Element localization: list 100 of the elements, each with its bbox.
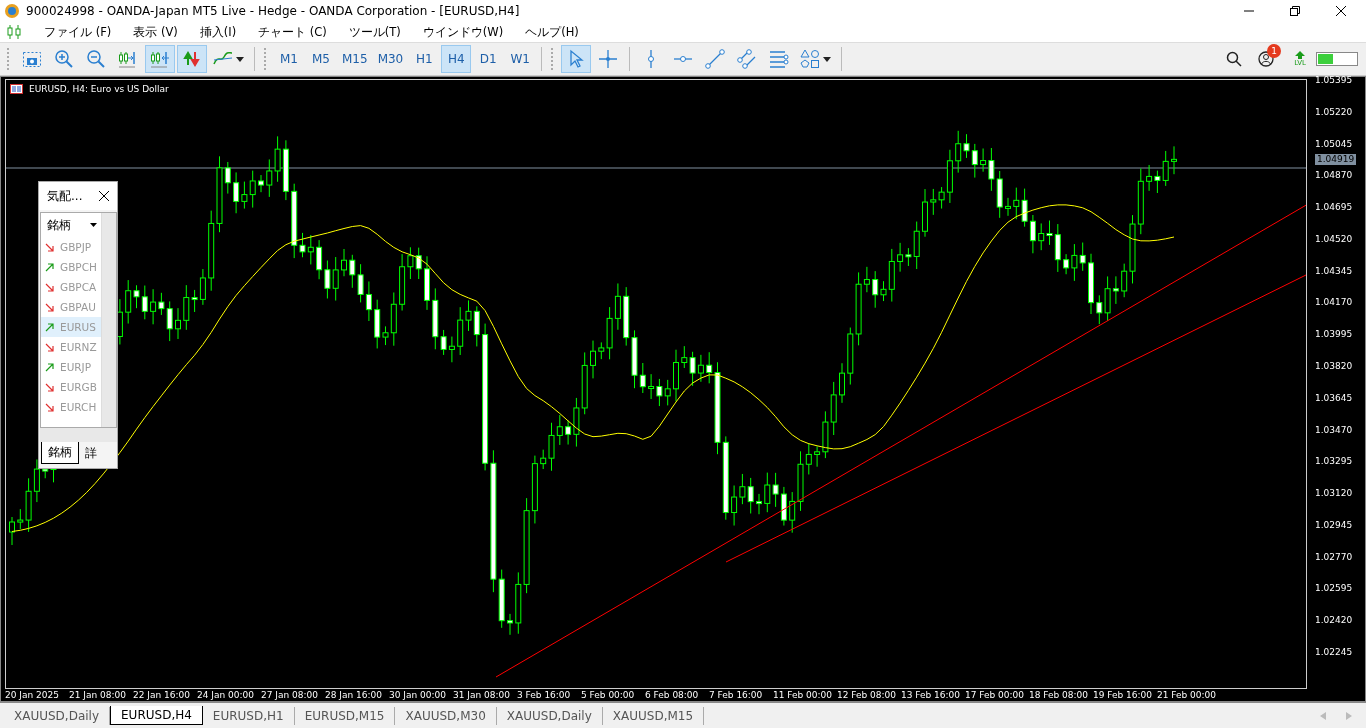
- zoom-in-icon: [54, 49, 74, 69]
- price-label: 1.04345: [1315, 265, 1353, 276]
- price-label: 1.03295: [1315, 456, 1353, 467]
- restore-icon[interactable]: [1290, 6, 1300, 16]
- trend-line[interactable]: [725, 273, 1306, 563]
- search-icon[interactable]: [1226, 51, 1243, 67]
- timeframe-button[interactable]: H1: [409, 45, 440, 73]
- menu-item[interactable]: ウインドウ(W): [422, 24, 504, 40]
- menu-item[interactable]: ツール(T): [348, 24, 401, 40]
- time-label: 18 Feb 08:00: [1029, 689, 1089, 701]
- price-label: 1.04870: [1315, 170, 1353, 181]
- time-label: 5 Feb 00:00: [581, 689, 635, 701]
- toolbar-button[interactable]: [177, 45, 207, 73]
- price-label: 1.03645: [1315, 392, 1353, 403]
- shapes-icon: [800, 49, 821, 69]
- up-arrow-icon: [45, 262, 54, 272]
- sort-caret-icon: [90, 223, 97, 227]
- chart-tab[interactable]: XAUUSD,M15: [602, 706, 705, 725]
- current-price-label: 1.04919: [1315, 154, 1357, 165]
- price-label: 1.04170: [1315, 297, 1353, 308]
- chart-tab[interactable]: EURUSD,H1: [202, 706, 295, 725]
- chart-tab[interactable]: EURUSD,H4: [110, 706, 203, 725]
- fibonacci-icon: [769, 49, 790, 69]
- time-label: 6 Feb 08:00: [645, 689, 699, 701]
- price-label: 1.03820: [1315, 361, 1353, 371]
- connection-bar-icon: [1316, 52, 1358, 66]
- timeframe-button[interactable]: M5: [306, 45, 336, 73]
- price-label: 1.02945: [1315, 519, 1353, 530]
- time-label: 21 Jan 08:00: [69, 689, 126, 701]
- up-arrow-icon: [45, 322, 54, 332]
- time-label: 31 Jan 08:00: [453, 689, 510, 701]
- up-down-arrows-icon: [182, 49, 202, 69]
- menu-item[interactable]: ファイル (F): [44, 24, 112, 40]
- window-title: 900024998 - OANDA-Japan MT5 Live - Hedge - OANDA Corporation - [EURUSD,H4]: [26, 4, 520, 18]
- time-label: 11 Feb 00:00: [773, 689, 833, 701]
- price-label: 1.05045: [1315, 138, 1353, 149]
- time-label: 22 Jan 16:00: [133, 689, 190, 701]
- dropdown-caret-icon: [236, 56, 244, 62]
- panel-tab[interactable]: 銘柄: [41, 442, 79, 464]
- timeframe-button[interactable]: M1: [274, 45, 304, 73]
- price-label: 1.03120: [1315, 488, 1353, 499]
- timeframe-button[interactable]: W1: [505, 45, 536, 73]
- horizontal-scrollbar[interactable]: [40, 428, 117, 442]
- camera-icon: [22, 49, 42, 69]
- menu-item[interactable]: ヘルプ(H): [525, 24, 579, 40]
- price-label: 1.02770: [1315, 551, 1353, 562]
- price-label: 1.04520: [1315, 233, 1353, 244]
- time-label: 24 Jan 00:00: [197, 689, 254, 701]
- chart-tab[interactable]: XAUUSD,M30: [395, 706, 497, 725]
- down-arrow-icon: [45, 402, 54, 412]
- notification-badge: 1: [1267, 44, 1282, 58]
- chart-tab[interactable]: EURUSD,M15: [294, 706, 396, 725]
- zoom-out-icon: [86, 49, 106, 69]
- timeframe-button[interactable]: M15: [338, 45, 372, 73]
- down-arrow-icon: [45, 242, 54, 252]
- panel-title: 気配...: [47, 187, 83, 205]
- chart-tab[interactable]: XAUUSD,Daily: [496, 706, 603, 725]
- chart-title: EURUSD, H4: Euro vs US Dollar: [29, 84, 169, 94]
- channel-icon: [737, 49, 758, 69]
- time-label: 12 Feb 08:00: [837, 689, 897, 701]
- down-arrow-icon: [45, 282, 54, 292]
- price-label: 1.03995: [1315, 329, 1353, 340]
- down-arrow-icon: [45, 342, 54, 352]
- time-label: 28 Jan 16:00: [325, 689, 382, 701]
- trend-line[interactable]: [495, 203, 1306, 678]
- chart-shift-icon: [118, 49, 138, 69]
- time-label: 7 Feb 16:00: [709, 689, 763, 701]
- price-label: 1.02245: [1315, 647, 1353, 658]
- price-label: 1.05395: [1315, 75, 1353, 85]
- menu-item[interactable]: 表示 (V): [133, 24, 178, 40]
- price-label: 1.02420: [1315, 615, 1353, 626]
- time-label: 3 Feb 16:00: [517, 689, 571, 701]
- price-label: 1.03470: [1315, 424, 1353, 435]
- panel-tab[interactable]: 詳: [79, 442, 103, 464]
- time-label: 27 Jan 08:00: [261, 689, 318, 701]
- up-arrow-icon: [1295, 51, 1306, 59]
- menu-item[interactable]: 挿入(I): [199, 24, 237, 40]
- toolbar-button[interactable]: [145, 45, 175, 73]
- time-label: 13 Feb 16:00: [901, 689, 961, 701]
- column-header[interactable]: 銘柄: [47, 216, 71, 234]
- close-icon[interactable]: [99, 191, 109, 201]
- flag-icon: [10, 84, 23, 94]
- close-icon[interactable]: [1336, 6, 1346, 16]
- toolbar-button[interactable]: [561, 45, 592, 73]
- timeframe-button[interactable]: H4: [441, 45, 472, 73]
- time-label: 30 Jan 00:00: [389, 689, 446, 701]
- up-arrow-icon: [45, 362, 54, 372]
- time-label: 19 Feb 16:00: [1093, 689, 1153, 701]
- menu-item[interactable]: チャート (C): [258, 24, 327, 40]
- time-label: 21 Feb 00:00: [1157, 689, 1217, 701]
- price-label: 1.02595: [1315, 583, 1353, 594]
- horizontal-line-icon: [673, 56, 694, 62]
- timeframe-button[interactable]: D1: [473, 45, 504, 73]
- vertical-scrollbar[interactable]: [101, 213, 116, 427]
- time-label: 20 Jan 2025: [5, 689, 59, 701]
- autoscroll-icon: [150, 49, 170, 69]
- timeframe-button[interactable]: M30: [373, 45, 408, 73]
- down-arrow-icon: [45, 382, 54, 392]
- app-logo-icon: [4, 3, 20, 19]
- price-label: 1.05220: [1315, 106, 1353, 117]
